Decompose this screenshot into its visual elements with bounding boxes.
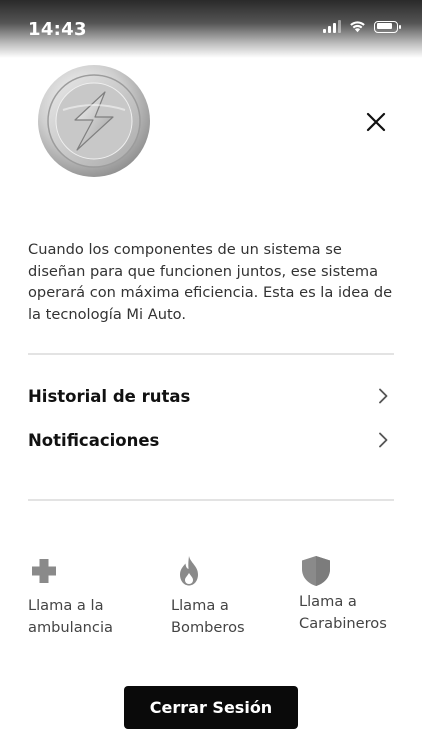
divider — [28, 499, 394, 501]
call-police-button[interactable]: Llama a Carabineros — [299, 552, 387, 634]
status-icons — [323, 20, 401, 33]
chevron-right-icon — [376, 388, 390, 404]
call-ambulance-label: Llama a la ambulancia — [28, 597, 113, 636]
chevron-right-icon — [376, 432, 390, 448]
flame-icon — [180, 556, 198, 586]
description-text: Cuando los componentes de un sistema se … — [28, 241, 393, 323]
notifications-label: Notificaciones — [28, 430, 160, 450]
wifi-icon — [350, 21, 365, 33]
plus-cross-icon — [32, 559, 56, 583]
status-bar: 14:43 — [0, 0, 422, 58]
call-firefighters-button[interactable]: Llama a Bomberos — [171, 552, 245, 638]
call-police-label: Llama a Carabineros — [299, 593, 387, 632]
status-time: 14:43 — [28, 19, 87, 40]
signal-icon — [323, 20, 341, 33]
call-ambulance-button[interactable]: Llama a la ambulancia — [28, 552, 113, 638]
lightning-bolt-logo — [38, 65, 150, 177]
divider — [28, 353, 394, 355]
close-icon — [366, 112, 386, 132]
close-button[interactable] — [360, 106, 392, 138]
battery-level — [376, 23, 392, 29]
battery-icon — [374, 20, 401, 33]
route-history-label: Historial de rutas — [28, 386, 191, 406]
notifications-item[interactable]: Notificaciones — [28, 424, 390, 456]
call-firefighters-label: Llama a Bomberos — [171, 597, 245, 636]
route-history-item[interactable]: Historial de rutas — [28, 380, 390, 412]
shield-icon — [302, 556, 330, 586]
logout-button[interactable]: Cerrar Sesión — [124, 686, 298, 729]
